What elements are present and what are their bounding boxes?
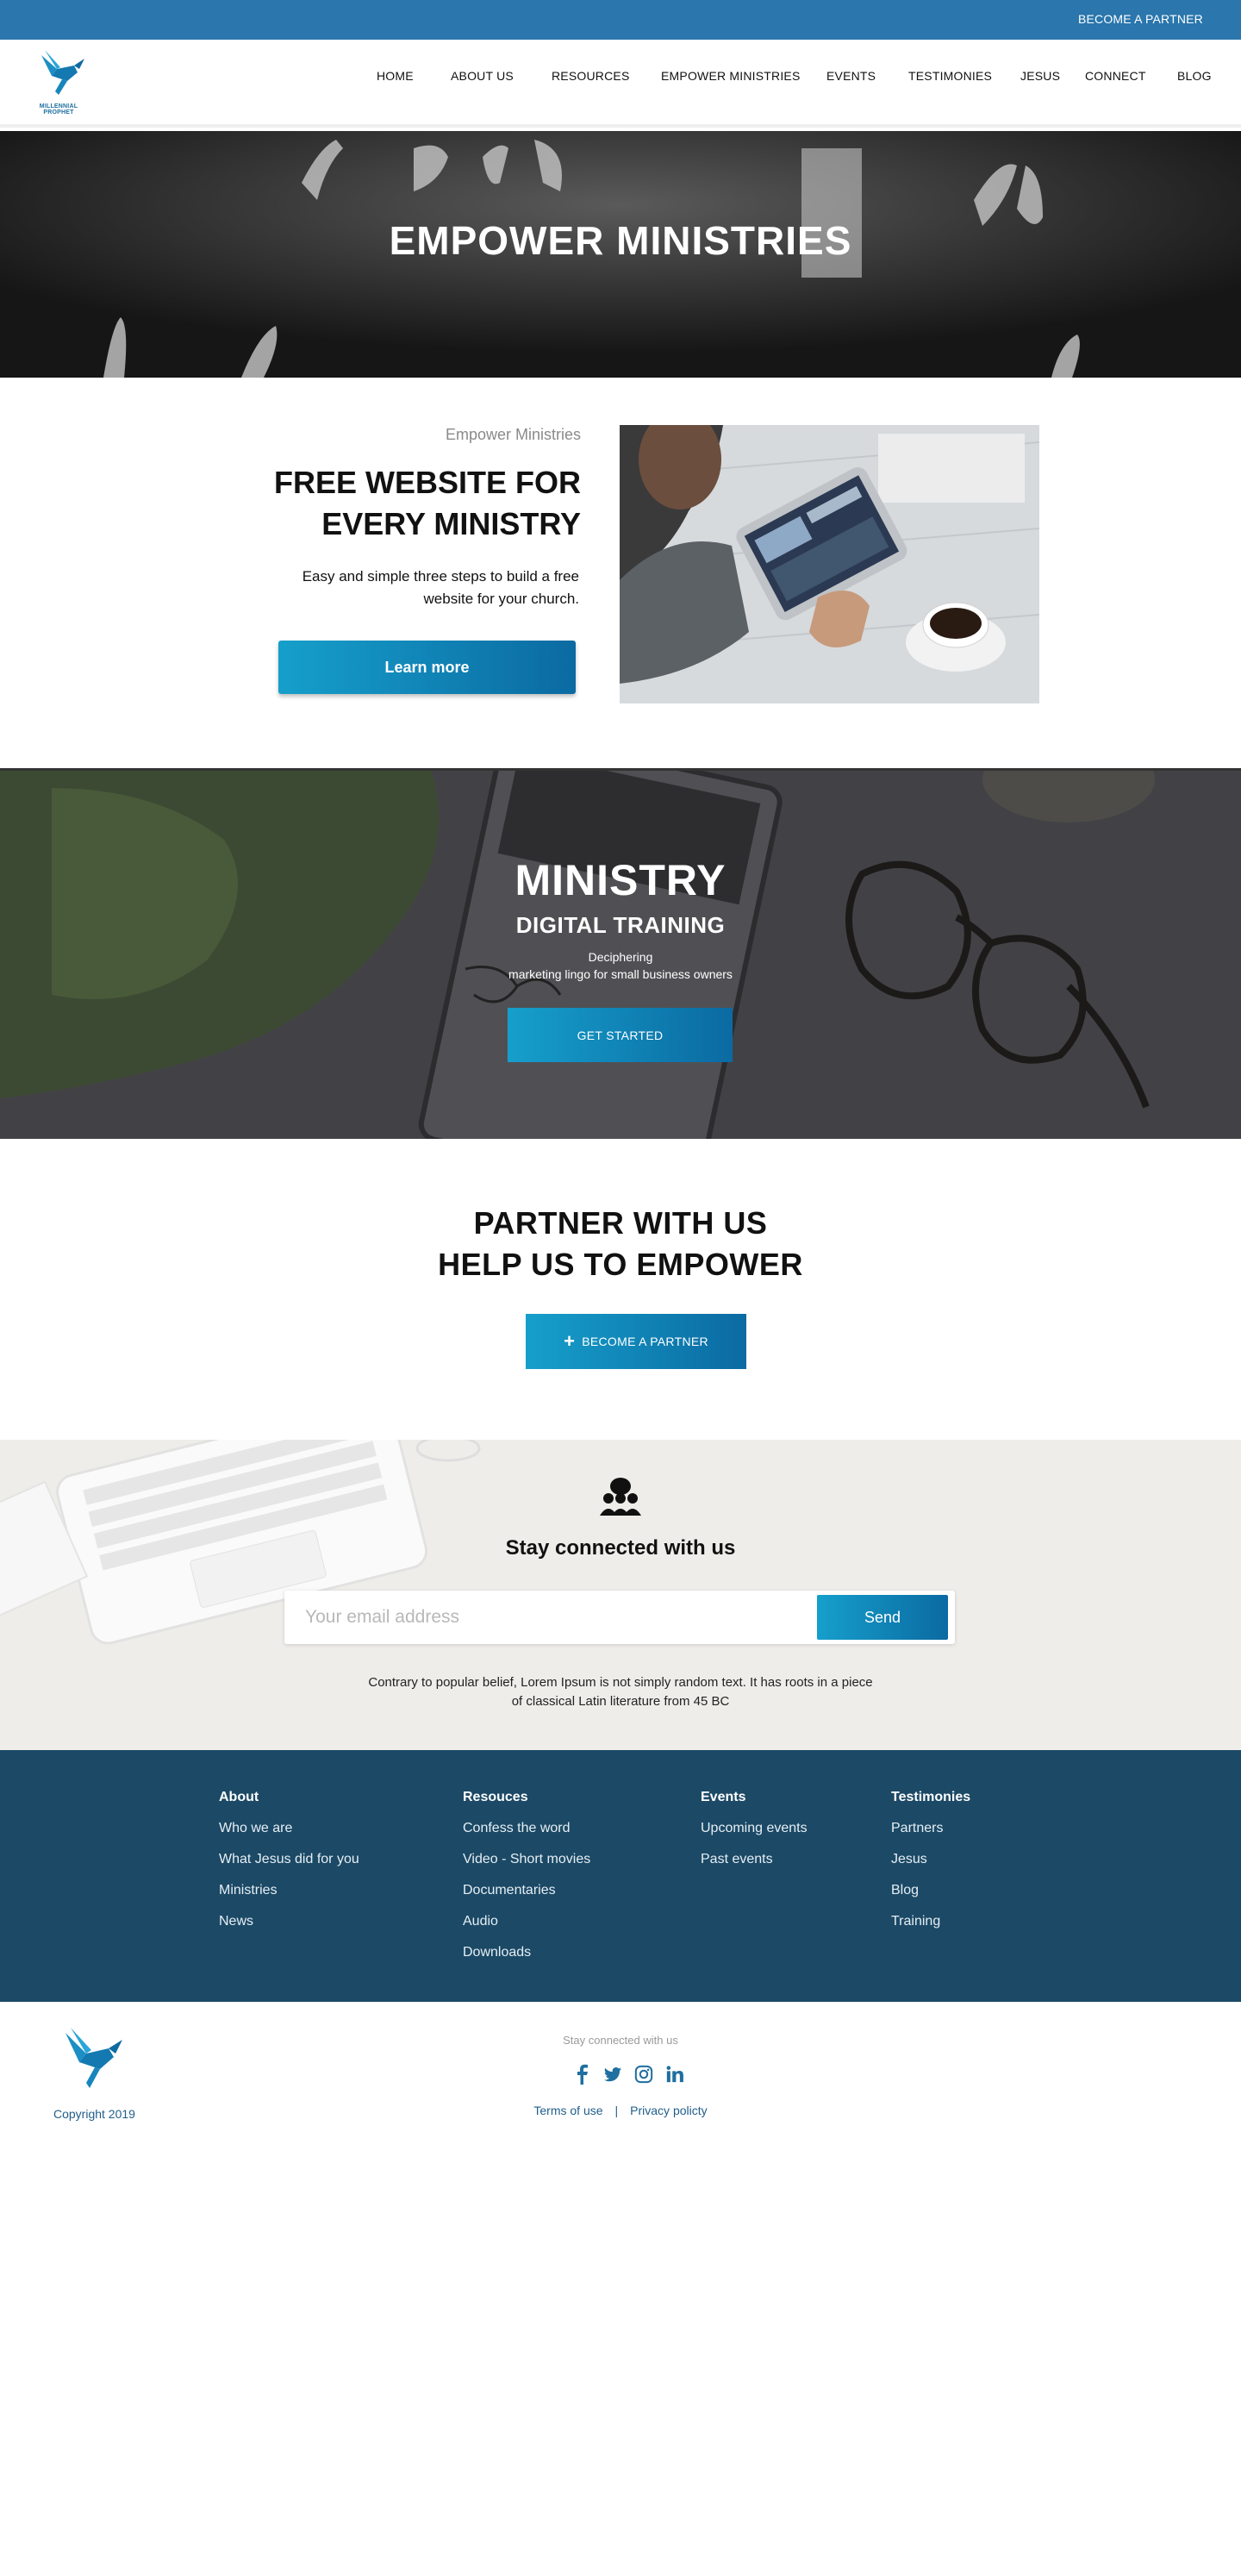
plus-icon: + [564,1330,576,1352]
nav-testimonies[interactable]: TESTIMONIES [908,69,992,83]
nav-about-us[interactable]: ABOUT US [451,69,514,83]
feature-description: Easy and simple three steps to build a f… [217,566,579,610]
newsletter-text-line-2: of classical Latin literature from 45 BC [511,1694,730,1709]
training-title: MINISTRY [514,856,727,904]
footer-link-upcoming-events[interactable]: Upcoming events [701,1821,808,1852]
footer-link-past-events[interactable]: Past events [701,1852,808,1883]
get-started-button[interactable]: GET STARTED [508,1008,733,1062]
man-with-tablet-image [620,425,1039,703]
site-footer: About Who we are What Jesus did for you … [0,1750,1241,2002]
feature-description-line-1: Easy and simple three steps to build a f… [302,568,579,585]
twitter-icon[interactable] [603,2064,622,2085]
footer-link-audio[interactable]: Audio [463,1914,590,1945]
legal-links: Terms of use | Privacy policty [0,2104,1241,2117]
feature-title-line-2: EVERY MINISTRY [321,506,581,541]
linkedin-icon[interactable] [665,2064,684,2085]
footer-link-news[interactable]: News [219,1914,359,1945]
legal-separator: | [614,2104,619,2117]
training-tagline-line-1: Deciphering [588,950,653,964]
footer-link-training[interactable]: Training [891,1914,970,1945]
hero-banner: EMPOWER MINISTRIES [0,131,1241,378]
partner-title-line-1: PARTNER WITH US [473,1205,768,1241]
feature-title-line-1: FREE WEBSITE FOR [273,465,581,500]
newsletter-text-line-1: Contrary to popular belief, Lorem Ipsum … [368,1675,873,1690]
footer-heading-about: About [219,1790,259,1804]
partner-title-line-2: HELP US TO EMPOWER [438,1247,803,1282]
newsletter-title: Stay connected with us [505,1536,736,1560]
footer-column-about: About Who we are What Jesus did for you … [219,1790,359,1945]
footer-link-documentaries[interactable]: Documentaries [463,1883,590,1914]
become-partner-link[interactable]: BECOME A PARTNER [1078,12,1203,26]
email-signup-form: Send [284,1591,955,1644]
logo[interactable]: MILLENNIAL PROPHET [26,47,91,116]
facebook-icon[interactable] [572,2064,591,2085]
footer-column-resources: Resouces Confess the word Video - Short … [463,1790,590,1976]
feature-description-line-2: website for your church. [423,591,579,607]
training-subtitle: DIGITAL TRAINING [515,912,726,938]
footer-link-what-jesus-did[interactable]: What Jesus did for you [219,1852,359,1883]
feature-eyebrow: Empower Ministries [445,426,581,443]
footer-link-video-short-movies[interactable]: Video - Short movies [463,1852,590,1883]
footer-column-testimonies: Testimonies Partners Jesus Blog Training [891,1790,970,1945]
top-bar: BECOME A PARTNER [0,0,1241,40]
footer-heading-events: Events [701,1790,746,1804]
privacy-policy-link[interactable]: Privacy policty [630,2104,707,2117]
footer-link-who-we-are[interactable]: Who we are [219,1821,359,1852]
training-tagline-line-2: marketing lingo for small business owner… [508,967,733,981]
feature-title: FREE WEBSITE FOR EVERY MINISTRY [219,462,581,545]
email-input[interactable] [305,1599,805,1635]
nav-connect[interactable]: CONNECT [1085,69,1146,83]
footer-link-confess-the-word[interactable]: Confess the word [463,1821,590,1852]
become-partner-button[interactable]: + BECOME A PARTNER [526,1314,746,1369]
footer-heading-resources: Resouces [463,1790,528,1804]
instagram-icon[interactable] [634,2064,653,2085]
footer-column-events: Events Upcoming events Past events [701,1790,808,1883]
newsletter-text: Contrary to popular belief, Lorem Ipsum … [336,1673,905,1711]
newsletter-section: Stay connected with us Send Contrary to … [0,1440,1241,1750]
nav-blog[interactable]: BLOG [1177,69,1212,83]
footer-link-downloads[interactable]: Downloads [463,1945,590,1976]
tablet-photo [620,425,1039,703]
footer-link-ministries[interactable]: Ministries [219,1883,359,1914]
terms-of-use-link[interactable]: Terms of use [533,2104,602,2117]
hero-title: EMPOWER MINISTRIES [389,218,852,263]
people-group-icon [600,1478,641,1516]
nav-events[interactable]: EVENTS [826,69,876,83]
nav-jesus[interactable]: JESUS [1020,69,1060,83]
learn-more-button[interactable]: Learn more [278,641,576,694]
footer-heading-testimonies: Testimonies [891,1790,971,1804]
site-header: MILLENNIAL PROPHET HOME ABOUT US RESOURC… [0,40,1241,128]
become-partner-label: BECOME A PARTNER [582,1335,708,1348]
stay-connected-label: Stay connected with us [563,2034,678,2047]
send-button[interactable]: Send [817,1595,948,1640]
nav-resources[interactable]: RESOURCES [552,69,629,83]
nav-home[interactable]: HOME [377,69,414,83]
nav-empower-ministries[interactable]: EMPOWER MINISTRIES [661,69,801,83]
bird-logo-icon [41,50,84,95]
footer-link-jesus[interactable]: Jesus [891,1852,970,1883]
logo-text: MILLENNIAL PROPHET [39,103,78,116]
footer-link-blog[interactable]: Blog [891,1883,970,1914]
training-banner: MINISTRY DIGITAL TRAINING Deciphering ma… [0,768,1241,1139]
footer-link-partners[interactable]: Partners [891,1821,970,1852]
social-links [572,2062,684,2086]
